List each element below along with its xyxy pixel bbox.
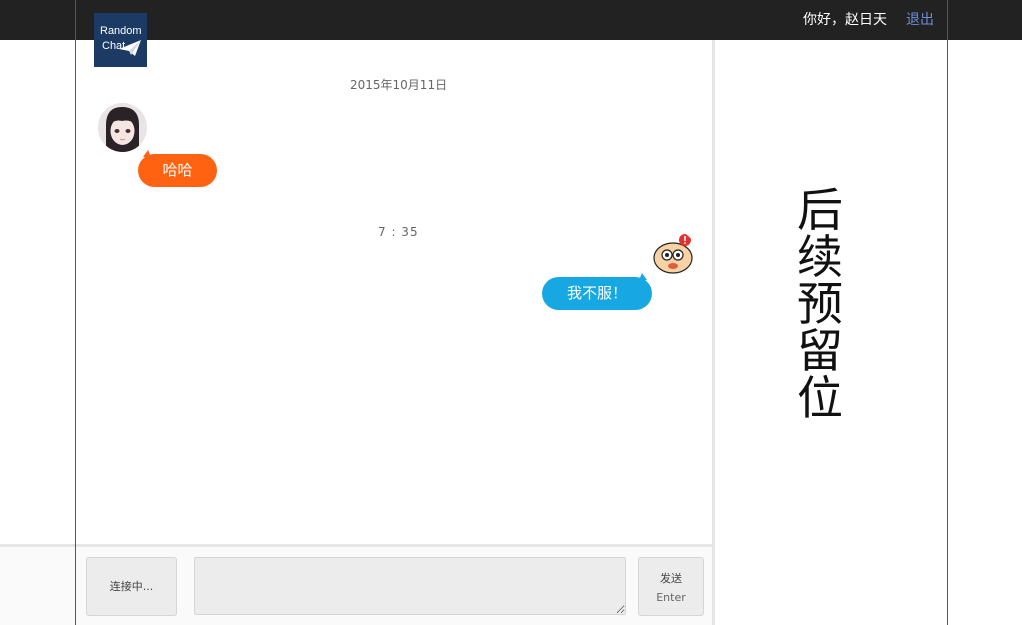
message-text: 哈哈 xyxy=(162,161,193,179)
message-input[interactable] xyxy=(194,557,626,615)
column-divider xyxy=(712,40,715,625)
connection-status-label: 连接中... xyxy=(109,580,154,593)
message-text: 我不服！ xyxy=(566,284,627,302)
logo-text-random: Random xyxy=(100,25,142,37)
logout-link[interactable]: 退出 xyxy=(906,11,934,29)
message-bubble-sent: 我不服！ xyxy=(542,273,652,310)
girl-avatar[interactable] xyxy=(98,103,147,152)
guide-line-right xyxy=(947,0,948,625)
guide-line-left xyxy=(75,0,76,625)
paper-plane-icon xyxy=(119,40,141,56)
random-chat-logo[interactable]: Random Chat xyxy=(94,13,147,67)
top-navbar: 你好，赵日天 退出 xyxy=(0,0,1022,40)
user-greeting: 你好，赵日天 xyxy=(803,12,887,28)
reserved-panel-placeholder: 后续预留位 xyxy=(797,183,843,425)
cartoon-avatar[interactable] xyxy=(647,230,697,280)
connection-status-button[interactable]: 连接中... xyxy=(86,557,177,616)
send-label: 发送 xyxy=(660,572,682,585)
chat-time: 7 : 35 xyxy=(378,225,419,239)
send-button[interactable]: 发送 Enter xyxy=(638,557,704,616)
message-bubble-received: 哈哈 xyxy=(138,150,217,187)
send-shortcut-hint: Enter xyxy=(656,591,686,604)
chat-date: 2015年10月11日 xyxy=(350,78,448,92)
